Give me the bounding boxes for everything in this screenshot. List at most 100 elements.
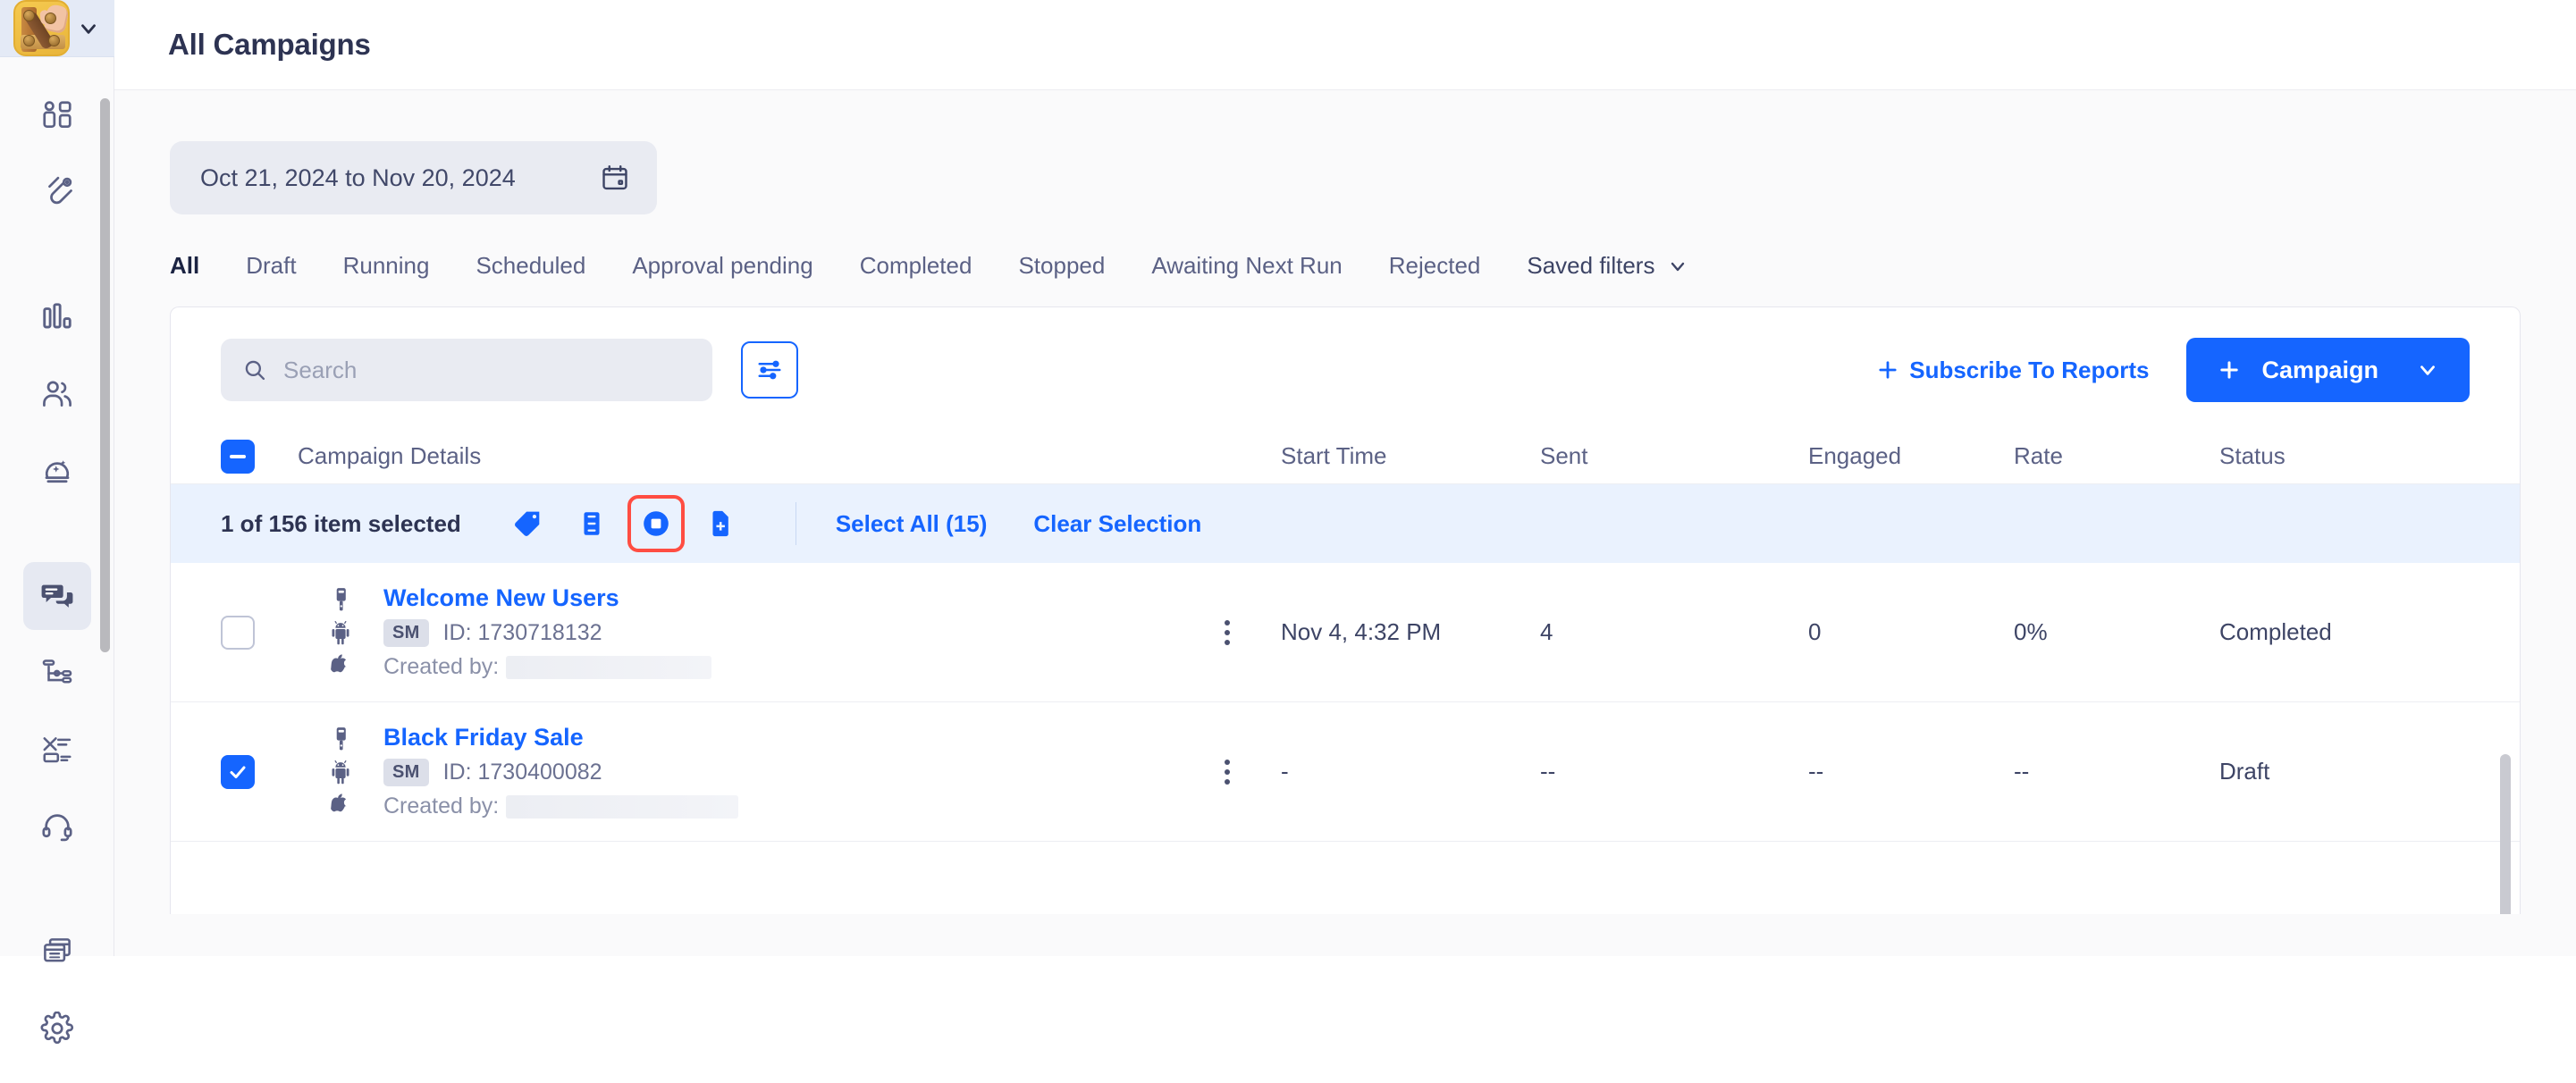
campaign-created-by: Created by: [383, 793, 739, 819]
tab-rejected[interactable]: Rejected [1366, 252, 1504, 283]
top-bar: All Campaigns [114, 0, 2576, 90]
table-row[interactable]: Welcome New Users SM ID: 1730718132 Crea… [171, 563, 2520, 702]
cell-sent: 4 [1540, 618, 1553, 645]
saved-filters-label: Saved filters [1527, 252, 1655, 279]
column-header-rate: Rate [2014, 442, 2063, 469]
campaign-details-cell: Welcome New Users SM ID: 1730718132 Crea… [298, 584, 1174, 680]
stop-circle-icon[interactable] [627, 495, 685, 552]
chevron-down-icon [77, 17, 100, 40]
calendar-icon [600, 163, 630, 193]
redacted-author [506, 794, 739, 819]
chevron-down-icon[interactable] [2416, 358, 2439, 382]
campaign-created-by: Created by: [383, 654, 712, 680]
search-group [221, 339, 798, 401]
kebab-menu-icon[interactable] [1225, 619, 1230, 645]
tab-stopped[interactable]: Stopped [995, 252, 1128, 283]
sliders-icon [756, 357, 783, 383]
users-icon [40, 377, 74, 411]
tab-scheduled[interactable]: Scheduled [452, 252, 609, 283]
main-region: All Campaigns Oct 21, 2024 to Nov 20, 20… [114, 0, 2576, 956]
archive-box-icon[interactable] [572, 504, 611, 543]
select-all-checkbox[interactable] [221, 439, 255, 474]
sms-device-icon [329, 587, 352, 614]
table-row[interactable]: Black Friday Sale SM ID: 1730400082 Crea… [171, 702, 2520, 842]
search-input[interactable] [282, 355, 691, 385]
tab-approval-pending[interactable]: Approval pending [609, 252, 836, 283]
sidebar-item-experiments[interactable] [23, 716, 91, 784]
sidebar-item-segments[interactable] [23, 360, 91, 428]
campaigns-card: Subscribe To Reports Campaign [170, 306, 2521, 914]
status-filter-tabs: All Draft Running Scheduled Approval pen… [170, 252, 2521, 283]
cell-status: Draft [2219, 758, 2270, 785]
page-title: All Campaigns [168, 28, 371, 61]
sidebar-item-journeys[interactable] [23, 639, 91, 707]
tab-all[interactable]: All [170, 252, 223, 283]
crystal-ball-icon [40, 454, 74, 488]
column-header-campaign-details: Campaign Details [298, 442, 482, 469]
gear-icon [40, 1012, 74, 1045]
sidebar-item-predictions[interactable] [23, 437, 91, 505]
magnet-icon [40, 175, 74, 209]
sidebar-item-acquire[interactable] [23, 158, 91, 226]
sidebar-item-settings[interactable] [23, 995, 91, 1062]
brand-switcher[interactable] [0, 0, 114, 57]
tag-icon[interactable] [508, 504, 547, 543]
table-scrollbar[interactable] [2500, 754, 2511, 914]
selection-action-icons [508, 495, 796, 552]
date-range-picker[interactable]: Oct 21, 2024 to Nov 20, 2024 [170, 141, 657, 214]
sidebar-item-support[interactable] [23, 793, 91, 861]
sidebar-item-dashboard[interactable] [23, 81, 91, 149]
sidebar-items [0, 57, 114, 990]
sidebar-item-campaigns[interactable] [22, 562, 91, 630]
page-content: Oct 21, 2024 to Nov 20, 2024 All Draft R… [114, 90, 2576, 956]
file-add-icon[interactable] [701, 504, 740, 543]
campaign-name-link[interactable]: Black Friday Sale [383, 724, 738, 751]
campaign-meta: SM ID: 1730718132 [383, 619, 711, 647]
sidebar-scrollbar[interactable] [100, 98, 110, 652]
row-checkbox-cell [221, 615, 298, 650]
add-campaign-button[interactable]: Campaign [2186, 338, 2470, 402]
row-checkbox[interactable] [221, 615, 255, 650]
kebab-menu-icon[interactable] [1225, 759, 1230, 785]
campaign-meta: SM ID: 1730400082 [383, 759, 738, 786]
plus-icon [2217, 357, 2242, 382]
apple-icon [330, 653, 351, 678]
cell-start-time: Nov 4, 4:32 PM [1281, 618, 1442, 645]
subscribe-to-reports-label: Subscribe To Reports [1909, 356, 2150, 383]
toolbar-right: Subscribe To Reports Campaign [1875, 338, 2470, 402]
row-actions-menu[interactable] [1174, 619, 1281, 645]
date-range-value: Oct 21, 2024 to Nov 20, 2024 [200, 164, 516, 191]
advanced-filter-button[interactable] [741, 341, 798, 399]
apple-icon [330, 793, 351, 818]
sidebar-item-analytics[interactable] [23, 283, 91, 351]
select-all-checkbox-cell [221, 439, 298, 474]
channel-badge: SM [383, 619, 429, 647]
wood-puzzle-app-icon [13, 0, 70, 56]
saved-filters-dropdown[interactable]: Saved filters [1503, 252, 1712, 283]
clear-selection-button[interactable]: Clear Selection [1033, 510, 1201, 538]
tab-running[interactable]: Running [320, 252, 453, 283]
search-box[interactable] [221, 339, 712, 401]
cell-start-time: - [1281, 758, 1289, 785]
tab-awaiting-next-run[interactable]: Awaiting Next Run [1128, 252, 1365, 283]
dashboard-icon [40, 98, 74, 132]
table-header: Campaign Details Start Time Sent Engaged… [171, 429, 2520, 484]
campaign-info: Welcome New Users SM ID: 1730718132 Crea… [383, 584, 712, 680]
sidebar-item-templates[interactable] [23, 918, 91, 986]
select-all-button[interactable]: Select All (15) [836, 510, 988, 538]
plus-icon [1875, 357, 1900, 382]
left-sidebar [0, 0, 114, 1045]
campaign-name-link[interactable]: Welcome New Users [383, 584, 711, 612]
cell-rate: 0% [2014, 618, 2048, 645]
split-test-icon [40, 733, 74, 767]
android-icon [329, 760, 352, 785]
row-checkbox[interactable] [221, 754, 255, 789]
selection-count-label: 1 of 156 item selected [221, 509, 461, 537]
tab-completed[interactable]: Completed [837, 252, 996, 283]
tab-draft[interactable]: Draft [223, 252, 319, 283]
redacted-author [506, 655, 712, 679]
sms-device-icon [329, 726, 352, 753]
subscribe-to-reports-button[interactable]: Subscribe To Reports [1875, 357, 2149, 384]
row-actions-menu[interactable] [1174, 759, 1281, 785]
cell-engaged: 0 [1808, 618, 1822, 645]
